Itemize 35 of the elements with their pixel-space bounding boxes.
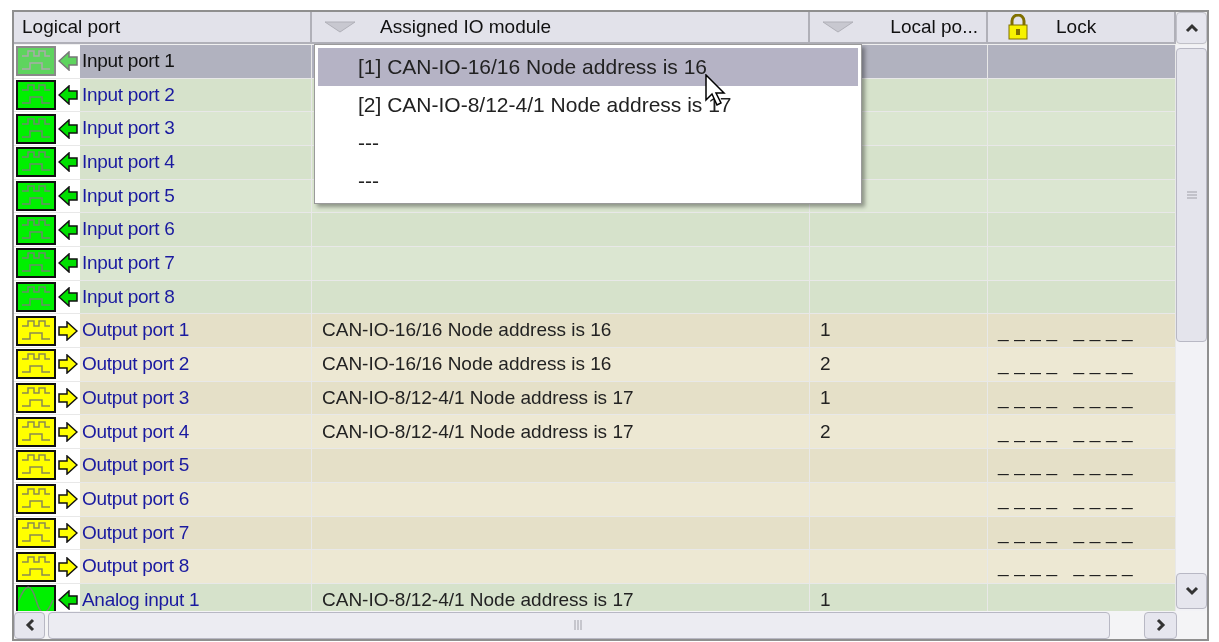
lock-pattern: ____ ____ (998, 487, 1139, 512)
port-name: Output port 8 (82, 554, 189, 579)
port-name: Output port 7 (82, 520, 189, 545)
port-name: Output port 4 (82, 419, 189, 444)
local-port-cell-text: 1 (820, 385, 831, 410)
port-name: Output port 5 (82, 453, 189, 478)
port-name: Output port 1 (82, 318, 189, 343)
port-name: Input port 2 (82, 82, 175, 107)
port-name: Input port 6 (82, 217, 175, 242)
local-port-cell-text: 2 (820, 419, 831, 444)
module-cell-text: CAN-IO-8/12-4/1 Node address is 17 (322, 419, 634, 444)
local-port-cell-text: 1 (820, 588, 831, 612)
local-port-cell-text: 1 (820, 318, 831, 343)
module-cell-text: CAN-IO-16/16 Node address is 16 (322, 352, 612, 377)
lock-pattern: ____ ____ (998, 520, 1139, 546)
port-name: Input port 5 (82, 183, 175, 208)
port-name: Output port 2 (82, 352, 189, 377)
lock-pattern: ____ ____ (998, 554, 1139, 579)
port-name: Input port 4 (82, 150, 175, 175)
lock-pattern: ____ ____ (998, 385, 1139, 411)
port-name: Output port 3 (82, 385, 189, 410)
port-name: Output port 6 (82, 486, 189, 511)
port-name: Input port 3 (82, 116, 175, 141)
lock-pattern: ____ ____ (998, 453, 1139, 478)
port-name: Input port 7 (82, 251, 175, 276)
lock-pattern: ____ ____ (998, 352, 1139, 377)
module-cell-text: CAN-IO-16/16 Node address is 16 (322, 318, 612, 343)
module-cell-text: CAN-IO-8/12-4/1 Node address is 17 (322, 588, 634, 612)
module-cell-text: CAN-IO-8/12-4/1 Node address is 17 (322, 385, 634, 410)
port-name: Analog input 1 (82, 588, 200, 612)
port-name: Input port 1 (82, 49, 175, 73)
lock-pattern: ____ ____ (998, 318, 1139, 344)
port-name: Input port 8 (82, 284, 175, 309)
local-port-cell-text: 2 (820, 352, 831, 377)
lock-pattern: ____ ____ (998, 419, 1139, 445)
